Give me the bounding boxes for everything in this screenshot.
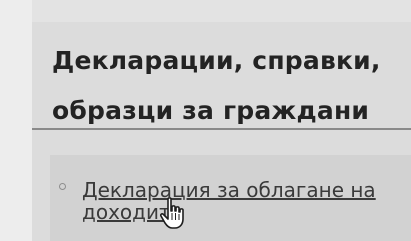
heading-divider (32, 128, 411, 130)
income-tax-declaration-link[interactable]: Декларация за облагане на доходите (82, 179, 382, 223)
section-heading: Декларации, справки, образци за граждани (52, 46, 381, 125)
bullet-icon (59, 183, 66, 190)
page-margin (0, 0, 32, 241)
hand-pointer-icon (159, 197, 184, 229)
sidebar-panel: Декларации, справки, образци за граждани… (32, 0, 411, 241)
document-list: Декларация за облагане на доходите (50, 155, 411, 241)
panel-top-band (32, 0, 411, 22)
